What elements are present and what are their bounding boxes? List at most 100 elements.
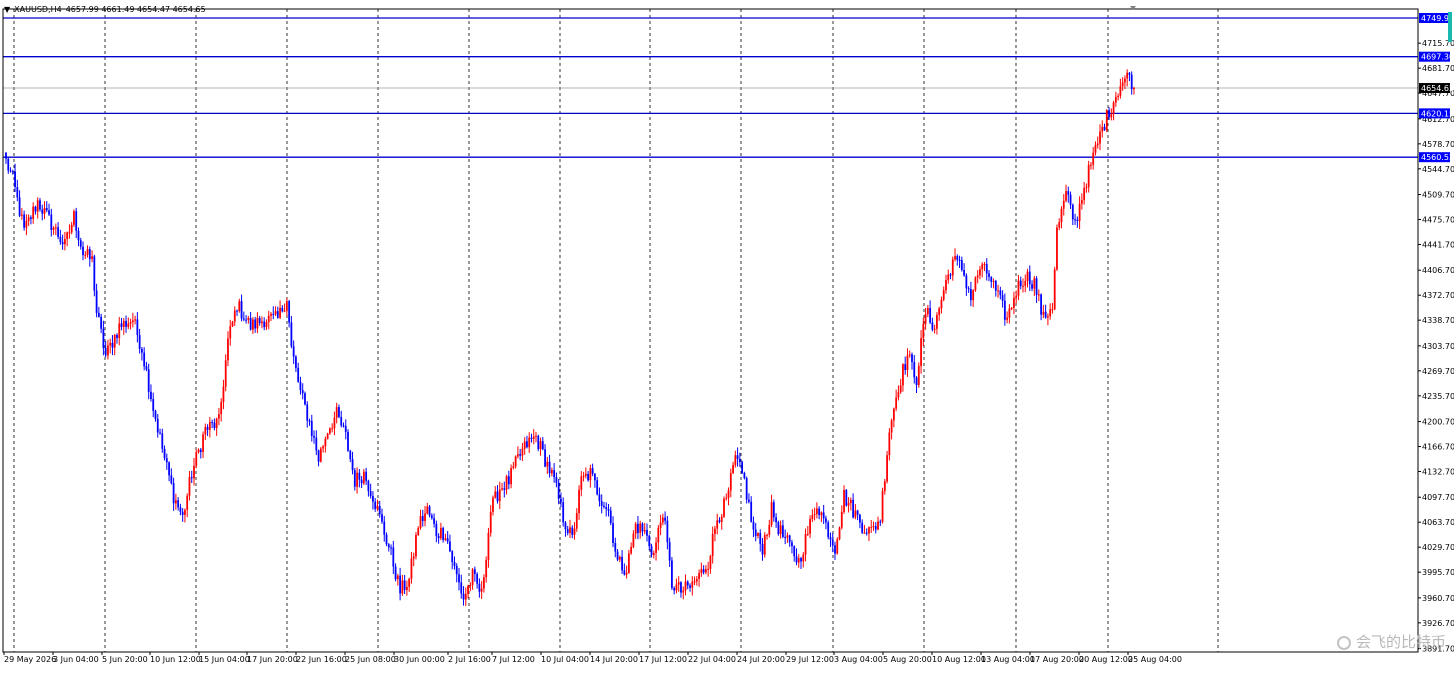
bull-candle [707,568,710,570]
bull-candle [36,200,39,212]
bull-candle [505,476,508,490]
bull-candle [1062,200,1065,209]
bull-candle [193,465,195,479]
bull-candle [227,338,229,361]
bull-candle [698,573,700,580]
bear-candle [317,450,320,462]
bear-candle [276,311,279,318]
bull-candle [802,554,805,562]
bull-candle [25,220,28,228]
bull-candle [326,433,329,439]
time-tick-label: 30 Jun 00:00 [394,655,445,664]
bull-candle [618,556,621,560]
time-tick-label: 25 Aug 04:00 [1128,655,1182,664]
bear-candle [666,520,669,543]
bull-candle [1124,78,1126,83]
bear-candle [566,529,569,534]
bull-candle [1096,143,1099,146]
chevron-down-icon[interactable]: ▼ [4,5,10,14]
bear-candle [553,470,556,478]
bear-candle [165,458,168,463]
chart-canvas[interactable]: 4715.704681.704647.704612.704578.704544.… [0,0,1454,670]
bull-candle [54,227,57,229]
bear-candle [430,515,433,519]
bear-candle [1103,126,1106,131]
bull-candle [732,465,734,474]
time-tick-label: 29 Jul 12:00 [786,655,834,664]
bull-candle [709,556,712,569]
bear-candle [1019,280,1022,287]
bull-candle [922,323,925,339]
time-tick-label: 13 Aug 04:00 [981,655,1035,664]
bull-candle [122,320,125,327]
scroll-indicator[interactable] [1448,12,1452,42]
bear-candle [141,348,143,353]
bear-candle [5,152,7,159]
bear-candle [344,425,347,432]
bull-candle [550,470,553,474]
bear-candle [754,529,757,537]
bear-candle [360,479,363,484]
bull-candle [467,585,469,594]
bear-candle [145,366,148,370]
bear-candle [822,512,825,519]
bear-candle [272,313,275,315]
bear-candle [784,536,787,538]
price-tick-label: 4372.70 [1422,291,1454,300]
bull-candle [575,513,578,529]
bear-candle [392,547,395,567]
bear-candle [308,420,311,422]
bear-candle [462,593,465,600]
bull-candle [471,569,474,585]
bear-candle [788,535,791,543]
bear-candle [16,186,19,198]
bull-candle [251,319,254,330]
bull-candle [779,525,782,534]
bull-candle [1105,110,1108,131]
time-tick-label: 2 Jul 16:00 [448,655,491,664]
bull-candle [655,542,657,553]
bear-candle [963,270,965,276]
bear-candle [791,542,793,547]
bear-candle [161,433,164,449]
bull-candle [1117,95,1120,97]
bull-candle [274,311,277,315]
bear-candle [258,317,261,324]
bull-candle [892,408,895,421]
bear-candle [949,274,952,276]
bull-candle [700,569,703,574]
bull-candle [954,256,956,260]
bull-candle [512,466,515,468]
bear-candle [97,312,100,317]
bull-candle [1058,222,1061,228]
bear-candle [752,521,755,530]
bear-candle [449,541,451,552]
bear-candle [437,535,440,539]
price-tick-label: 4132.70 [1422,468,1454,477]
bull-candle [711,533,714,557]
symbol-info-bar: ▼ XAUUSD,H4 4657.99 4661.49 4654.47 4654.6… [4,5,210,14]
bear-candle [30,217,32,219]
bear-candle [358,472,361,480]
bear-candle [852,499,855,518]
bear-candle [1108,110,1110,118]
bull-candle [410,558,413,579]
price-chart[interactable]: 4715.70 4681.70 4647.70 4612.70 4578.70 4544.… [0,0,1454,670]
bear-candle [761,543,764,555]
ohlc-values: 4657.99 4661.49 4654.47 4654.65 [65,5,206,14]
bear-candle [211,422,214,424]
bull-candle [523,441,526,449]
bull-candle [498,489,501,502]
time-tick-label: 22 Jun 16:00 [296,655,347,664]
bear-candle [163,448,166,459]
bear-candle [519,454,522,456]
bear-candle [50,214,53,230]
bear-candle [77,230,80,241]
bull-candle [1085,187,1088,189]
bull-candle [657,527,660,543]
bear-candle [102,328,105,349]
bear-candle [88,249,91,260]
bull-candle [924,314,927,324]
bear-candle [960,259,963,271]
bull-candle [401,580,404,594]
